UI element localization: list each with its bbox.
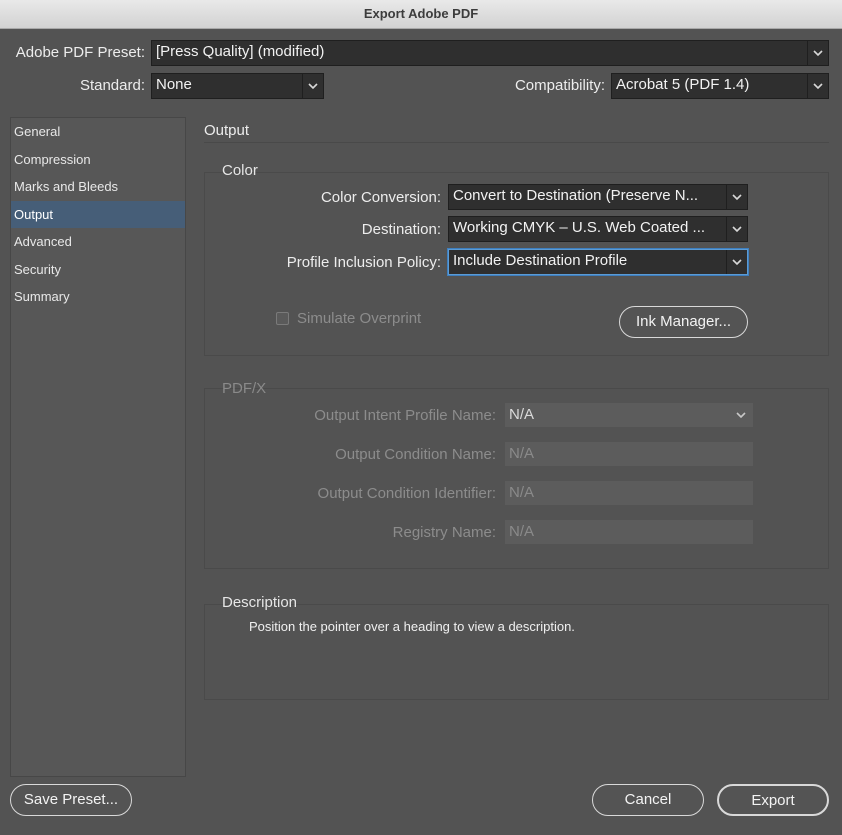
export-button[interactable]: Export xyxy=(717,784,829,816)
profile-policy-label: Profile Inclusion Policy: xyxy=(286,254,441,271)
simulate-overprint-checkbox[interactable] xyxy=(276,312,289,325)
compatibility-dropdown-button[interactable] xyxy=(807,74,828,98)
preset-label: Adobe PDF Preset: xyxy=(15,44,145,61)
description-text: Position the pointer over a heading to v… xyxy=(249,619,575,634)
color-conversion-label: Color Conversion: xyxy=(320,189,441,206)
sidebar: General Compression Marks and Bleeds Out… xyxy=(10,117,186,777)
color-conversion-dropdown-button[interactable] xyxy=(726,185,747,209)
chevron-down-icon xyxy=(813,50,823,57)
output-intent-label: Output Intent Profile Name: xyxy=(314,407,496,424)
preset-dropdown-button[interactable] xyxy=(807,41,828,65)
page-title: Output xyxy=(204,122,250,139)
color-conversion-value: Convert to Destination (Preserve N... xyxy=(453,187,699,204)
sidebar-item-output[interactable]: Output xyxy=(11,200,185,228)
registry-name-label: Registry Name: xyxy=(392,524,496,541)
chevron-down-icon xyxy=(732,194,742,201)
cancel-button[interactable]: Cancel xyxy=(592,784,704,816)
standard-dropdown[interactable]: None xyxy=(151,73,324,99)
output-condition-name-field: N/A xyxy=(505,442,753,466)
standard-dropdown-button[interactable] xyxy=(302,74,323,98)
sidebar-item-advanced[interactable]: Advanced xyxy=(11,228,185,256)
window-title: Export Adobe PDF xyxy=(0,0,842,29)
preset-value: [Press Quality] (modified) xyxy=(156,43,325,60)
chevron-down-icon xyxy=(732,259,742,266)
sidebar-item-marks-and-bleeds[interactable]: Marks and Bleeds xyxy=(11,173,185,201)
pdfx-group-title: PDF/X xyxy=(222,380,267,397)
sidebar-item-security[interactable]: Security xyxy=(11,256,185,284)
chevron-down-icon xyxy=(308,83,318,90)
compatibility-dropdown[interactable]: Acrobat 5 (PDF 1.4) xyxy=(611,73,829,99)
simulate-overprint-label: Simulate Overprint xyxy=(297,310,422,327)
ink-manager-button[interactable]: Ink Manager... xyxy=(619,306,748,338)
profile-policy-dropdown[interactable]: Include Destination Profile xyxy=(448,249,748,275)
sidebar-item-compression[interactable]: Compression xyxy=(11,146,185,174)
sidebar-item-general[interactable]: General xyxy=(11,118,185,146)
output-condition-identifier-field: N/A xyxy=(505,481,753,505)
destination-dropdown[interactable]: Working CMYK – U.S. Web Coated ... xyxy=(448,216,748,242)
standard-label: Standard: xyxy=(79,77,145,94)
chevron-down-icon xyxy=(736,412,746,419)
destination-value: Working CMYK – U.S. Web Coated ... xyxy=(453,219,706,236)
destination-dropdown-button[interactable] xyxy=(726,217,747,241)
section-divider xyxy=(204,142,829,143)
output-condition-name-label: Output Condition Name: xyxy=(335,446,496,463)
chevron-down-icon xyxy=(813,83,823,90)
color-group-title: Color xyxy=(222,162,258,179)
compatibility-label: Compatibility: xyxy=(514,77,605,94)
output-intent-dropdown: N/A xyxy=(505,403,753,427)
save-preset-button[interactable]: Save Preset... xyxy=(10,784,132,816)
compatibility-value: Acrobat 5 (PDF 1.4) xyxy=(616,76,750,93)
preset-dropdown[interactable]: [Press Quality] (modified) xyxy=(151,40,829,66)
sidebar-item-summary[interactable]: Summary xyxy=(11,283,185,311)
standard-value: None xyxy=(156,76,192,93)
profile-policy-dropdown-button[interactable] xyxy=(726,250,747,274)
description-title: Description xyxy=(222,594,298,611)
destination-label: Destination: xyxy=(361,221,441,238)
output-condition-identifier-label: Output Condition Identifier: xyxy=(317,485,496,502)
chevron-down-icon xyxy=(732,226,742,233)
output-intent-value: N/A xyxy=(509,406,535,423)
registry-name-field: N/A xyxy=(505,520,753,544)
profile-policy-value: Include Destination Profile xyxy=(453,252,628,269)
color-conversion-dropdown[interactable]: Convert to Destination (Preserve N... xyxy=(448,184,748,210)
